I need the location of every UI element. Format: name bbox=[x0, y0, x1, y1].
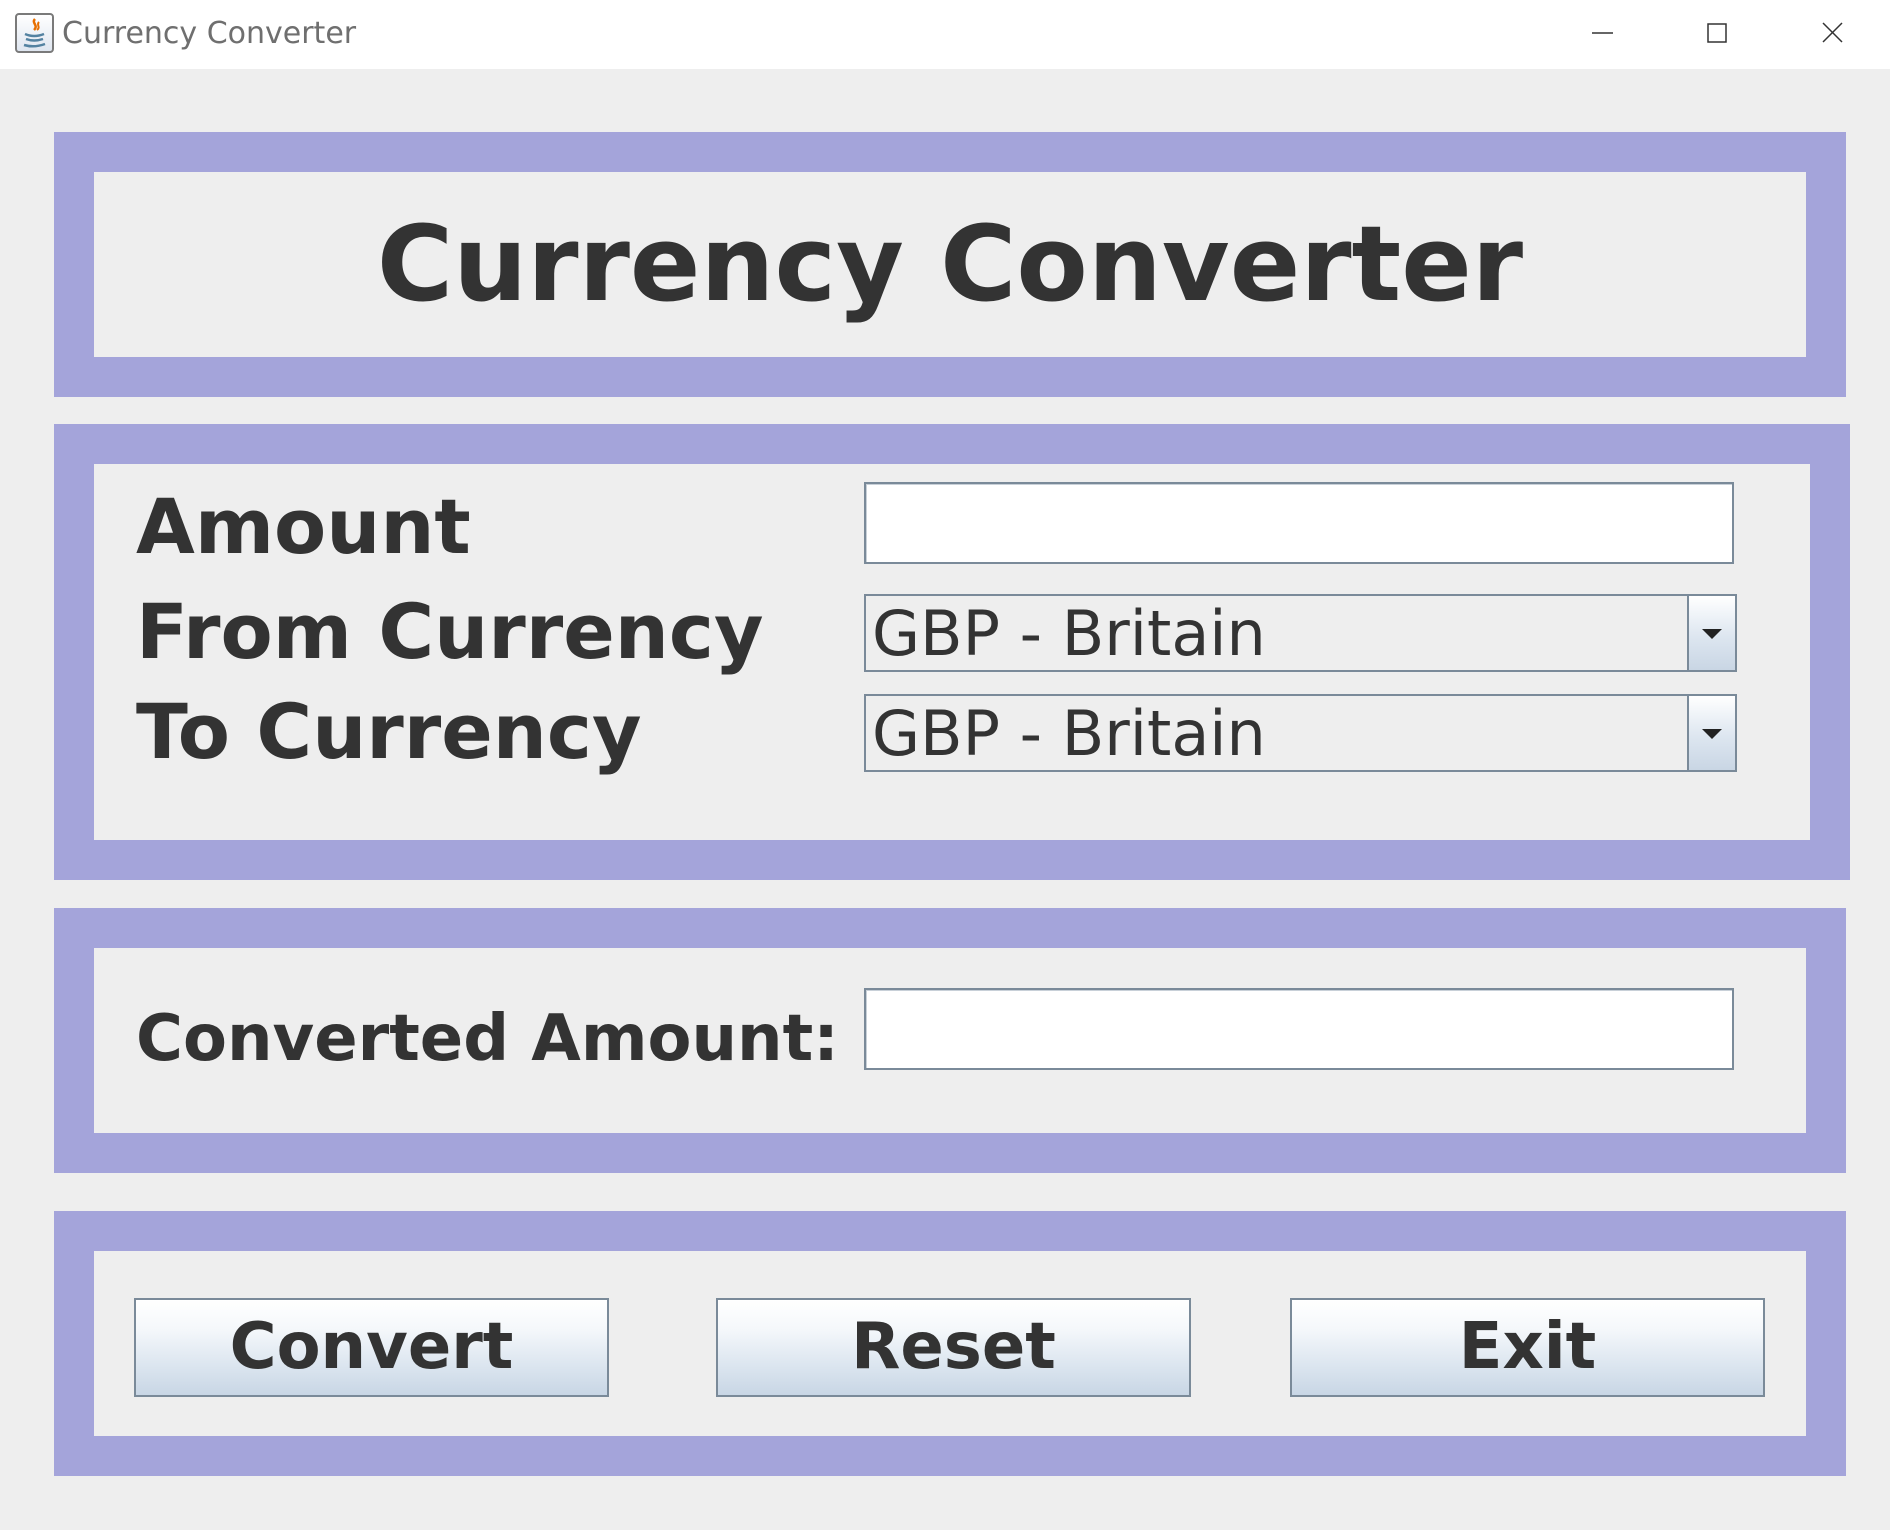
actions-panel: Convert Reset Exit bbox=[54, 1211, 1846, 1476]
page-title: Currency Converter bbox=[376, 203, 1524, 325]
minimize-icon bbox=[1592, 32, 1613, 34]
result-panel: Converted Amount: bbox=[54, 908, 1846, 1173]
to-currency-dropdown-button[interactable] bbox=[1687, 696, 1735, 770]
reset-button[interactable]: Reset bbox=[716, 1298, 1191, 1397]
amount-input[interactable] bbox=[864, 482, 1734, 564]
from-currency-dropdown-button[interactable] bbox=[1687, 596, 1735, 670]
from-currency-label: From Currency bbox=[136, 587, 764, 676]
amount-label: Amount bbox=[136, 482, 471, 571]
input-panel-inner: Amount From Currency GBP - Britain To Cu… bbox=[94, 464, 1810, 840]
exit-button[interactable]: Exit bbox=[1290, 1298, 1765, 1397]
to-currency-label: To Currency bbox=[136, 687, 642, 776]
java-app-icon[interactable] bbox=[15, 13, 54, 53]
actions-panel-inner: Convert Reset Exit bbox=[94, 1251, 1806, 1436]
minimize-button[interactable] bbox=[1545, 0, 1660, 69]
maximize-icon bbox=[1707, 23, 1727, 43]
converted-amount-label: Converted Amount: bbox=[136, 1002, 839, 1076]
converted-amount-field[interactable] bbox=[864, 988, 1734, 1070]
from-currency-value: GBP - Britain bbox=[872, 597, 1266, 670]
result-panel-inner: Converted Amount: bbox=[94, 948, 1806, 1133]
close-button[interactable] bbox=[1775, 0, 1890, 69]
input-panel: Amount From Currency GBP - Britain To Cu… bbox=[54, 424, 1850, 880]
close-icon bbox=[1822, 22, 1843, 43]
window-title: Currency Converter bbox=[62, 16, 357, 51]
maximize-button[interactable] bbox=[1660, 0, 1775, 69]
header-panel: Currency Converter bbox=[54, 132, 1846, 397]
chevron-down-icon bbox=[1702, 729, 1722, 739]
header-panel-inner: Currency Converter bbox=[94, 172, 1806, 357]
from-currency-select[interactable]: GBP - Britain bbox=[864, 594, 1737, 672]
chevron-down-icon bbox=[1702, 629, 1722, 639]
to-currency-value: GBP - Britain bbox=[872, 697, 1266, 770]
convert-button[interactable]: Convert bbox=[134, 1298, 609, 1397]
title-bar: Currency Converter bbox=[0, 0, 1890, 69]
to-currency-select[interactable]: GBP - Britain bbox=[864, 694, 1737, 772]
